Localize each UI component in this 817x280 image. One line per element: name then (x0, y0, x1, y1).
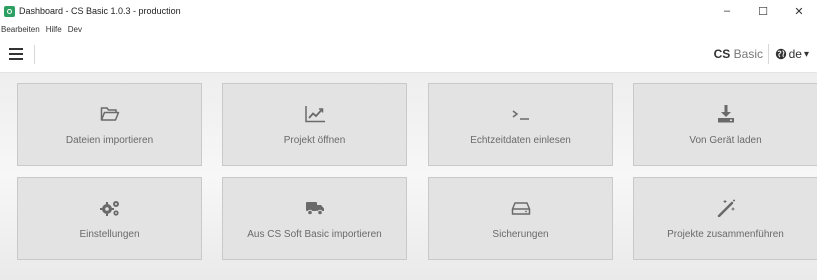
tile-label: Einstellungen (79, 229, 140, 240)
chevron-down-icon: ▾ (803, 48, 809, 60)
download-icon (717, 105, 734, 123)
brand-logo: CS Basic (714, 47, 763, 61)
tile-echtzeitdaten-einlesen[interactable]: Echtzeitdaten einlesen (428, 83, 613, 166)
language-code: de (788, 47, 802, 61)
hamburger-menu-icon[interactable] (9, 48, 23, 60)
tile-projekte-zusammenfuehren[interactable]: Projekte zusammenführen (633, 177, 817, 260)
menu-item-hilfe[interactable]: Hilfe (46, 25, 62, 34)
menu-item-dev[interactable]: Dev (68, 25, 82, 34)
menu-bar: Bearbeiten Hilfe Dev (0, 22, 817, 36)
tile-label: Echtzeitdaten einlesen (470, 135, 571, 146)
brand-name-bold: CS (713, 47, 731, 61)
hard-drive-icon (511, 202, 530, 215)
menu-item-bearbeiten[interactable]: Bearbeiten (1, 25, 40, 34)
magic-wand-icon (717, 199, 735, 217)
close-button[interactable]: ✕ (781, 0, 817, 22)
folder-open-icon (100, 107, 119, 121)
line-chart-icon (304, 106, 325, 123)
globe-icon (775, 48, 786, 60)
header-divider (768, 44, 769, 64)
tile-einstellungen[interactable]: Einstellungen (17, 177, 202, 260)
brand-name-light: Basic (733, 47, 763, 61)
gears-icon (99, 201, 119, 216)
tile-sicherungen[interactable]: Sicherungen (428, 177, 613, 260)
truck-icon (305, 202, 324, 216)
tile-label: Dateien importieren (65, 135, 154, 146)
minimize-button[interactable]: – (709, 0, 745, 22)
header-divider (34, 45, 35, 64)
dashboard-content: Dateien importieren Projekt öffnen Echtz… (0, 73, 817, 280)
tile-label: Sicherungen (492, 229, 549, 240)
tile-label: Von Gerät laden (689, 135, 762, 146)
tile-label: Projekte zusammenführen (667, 229, 784, 240)
window-controls: – ☐ ✕ (709, 0, 817, 22)
terminal-icon (512, 110, 529, 120)
window-titlebar: Dashboard - CS Basic 1.0.3 - production … (0, 0, 817, 22)
tile-label: Aus CS Soft Basic importieren (247, 229, 382, 240)
tile-projekt-oeffnen[interactable]: Projekt öffnen (222, 83, 407, 166)
maximize-button[interactable]: ☐ (745, 0, 781, 22)
app-icon (4, 5, 15, 17)
tile-aus-cs-soft-basic-importieren[interactable]: Aus CS Soft Basic importieren (222, 177, 407, 260)
language-selector[interactable]: de ▾ (775, 47, 809, 61)
window-title: Dashboard - CS Basic 1.0.3 - production (19, 6, 181, 16)
tile-label: Projekt öffnen (283, 135, 346, 146)
app-header: CS Basic de ▾ (0, 36, 817, 73)
tile-dateien-importieren[interactable]: Dateien importieren (17, 83, 202, 166)
tile-von-geraet-laden[interactable]: Von Gerät laden (633, 83, 817, 166)
